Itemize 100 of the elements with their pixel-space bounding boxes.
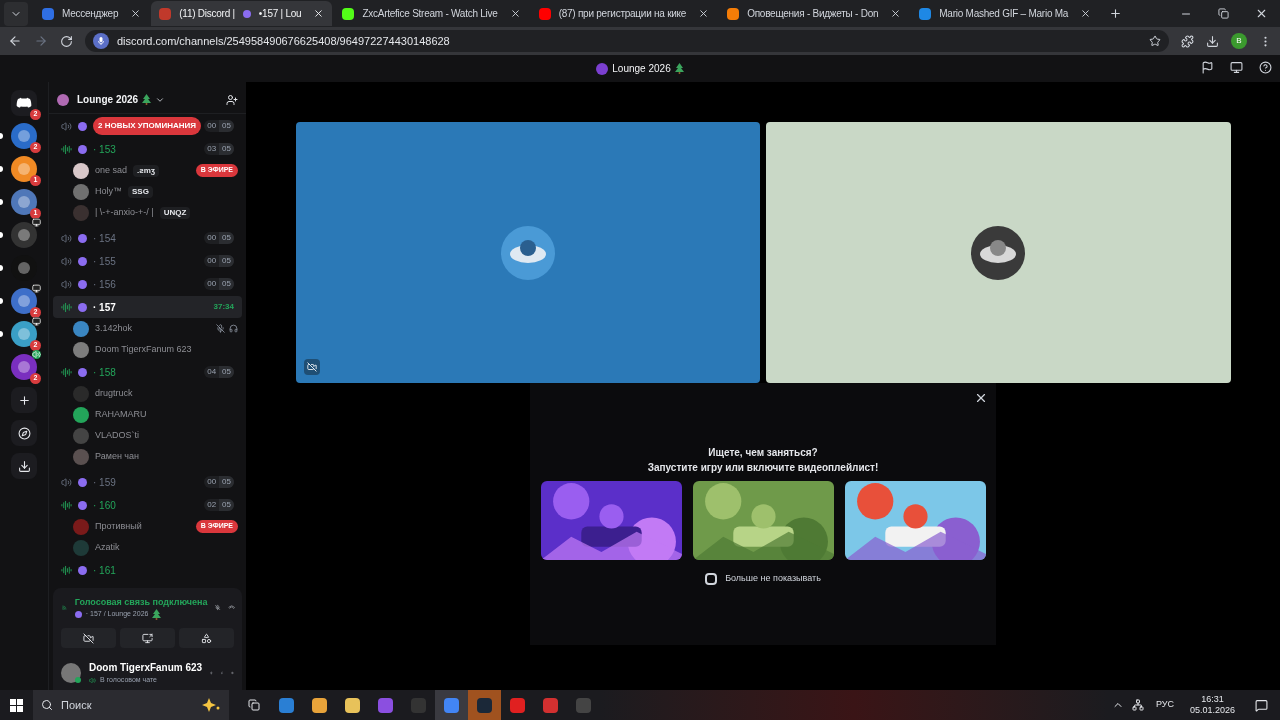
tree-icon (152, 609, 162, 620)
server-icon[interactable] (11, 288, 37, 314)
member-tag: .ƨmʒ (133, 164, 160, 177)
voice-status: Голосовая связь подключена (74, 595, 208, 609)
language-indicator[interactable]: РУС (1155, 698, 1174, 712)
close-icon[interactable] (130, 8, 142, 19)
member-name[interactable]: Doom TigerxFanum 623 (95, 342, 192, 357)
new-tab-icon[interactable] (1109, 7, 1123, 20)
reload-icon[interactable] (60, 34, 73, 48)
close-icon[interactable] (1080, 8, 1092, 19)
speaker-icon (61, 476, 72, 488)
browser-tab[interactable]: (11) Discord | •157 | Lou (151, 1, 333, 26)
back-icon[interactable] (8, 34, 22, 48)
user-avatar[interactable] (61, 663, 81, 683)
server-icon[interactable] (11, 222, 37, 248)
mention-pill[interactable]: 2 НОВЫХ УПОМИНАНИЯ (93, 117, 202, 135)
checkbox[interactable] (705, 572, 718, 585)
video-tile[interactable] (295, 122, 760, 383)
flag-icon[interactable] (1201, 61, 1214, 74)
video-tile[interactable] (766, 122, 1231, 383)
voice-channel[interactable]: · 156 00 05 (53, 273, 242, 295)
member-name[interactable]: Противный (95, 519, 142, 534)
voice-activity-icon (61, 301, 72, 313)
video-player-icon (510, 697, 525, 713)
browser-tab[interactable]: Мессенджер (34, 1, 150, 26)
close-icon[interactable] (890, 8, 902, 19)
voice-channel[interactable]: · 154 00 05 (53, 227, 242, 249)
member-name[interactable]: Azatik (95, 540, 120, 555)
windows-icon[interactable] (10, 698, 23, 712)
add-server-button[interactable] (11, 387, 37, 413)
voice-channel[interactable]: 2 НОВЫХ УПОМИНАНИЯ 00 05 (53, 115, 242, 137)
member-name[interactable]: VLADOS`ti (95, 428, 139, 443)
voice-channel[interactable]: · 157 37:34 (53, 296, 242, 318)
voice-channel[interactable]: · 160 02 05 (53, 494, 242, 516)
forward-icon[interactable] (34, 34, 48, 48)
browser-tab[interactable]: (87) при регистрации на кике (530, 1, 718, 26)
member-tag: UNQZ (159, 206, 191, 219)
speaker-icon (61, 120, 72, 132)
member-name[interactable]: 3.142hok (95, 321, 133, 336)
channel-name: · 157 (93, 300, 116, 315)
help-icon[interactable] (1259, 61, 1272, 74)
server-icon[interactable] (11, 189, 37, 215)
tab-title: Оповещения - Виджеты - Don (747, 7, 879, 21)
close-icon[interactable] (698, 8, 710, 19)
browser-tab[interactable]: Mario Mashed GIF – Mario Ma (911, 1, 1100, 26)
member-name[interactable]: one sad (95, 163, 128, 178)
browser-icon (444, 697, 459, 713)
network-icon[interactable] (1131, 699, 1144, 711)
close-icon[interactable] (509, 8, 521, 19)
screen-icon[interactable] (1230, 61, 1243, 74)
server-name[interactable]: Lounge 2026 (77, 92, 139, 107)
server-icon[interactable] (11, 123, 37, 149)
screen-icon (32, 317, 41, 326)
browser-tab[interactable]: ZxcArtefice Stream - Watch Live (334, 1, 529, 26)
close-icon[interactable] (1255, 7, 1268, 20)
server-icon[interactable] (11, 321, 37, 347)
tab-list-button[interactable] (4, 1, 28, 26)
speaker-icon (61, 255, 72, 267)
user-count: 03 05 (204, 143, 234, 155)
voice-channel[interactable]: · 158 04 05 (53, 361, 242, 383)
favicon-icon (42, 7, 54, 20)
user-count: 00 05 (204, 255, 234, 267)
discord-icon[interactable] (11, 90, 37, 116)
voice-channel[interactable]: · 161 (53, 559, 242, 581)
shapes-icon (201, 632, 212, 644)
bookmark-icon[interactable] (1149, 35, 1161, 47)
screen-share-button[interactable] (120, 628, 175, 648)
voice-channel[interactable]: · 155 00 05 (53, 250, 242, 272)
user-count: 00 05 (204, 476, 234, 488)
extensions-icon[interactable] (1181, 34, 1194, 48)
camera-button[interactable] (61, 628, 116, 648)
user-avatar (73, 518, 89, 535)
close-icon[interactable] (313, 8, 325, 19)
address-field[interactable]: discord.com/channels/254958490676625408/964972274430148628 (85, 30, 1169, 52)
invite-icon[interactable] (226, 93, 238, 106)
close-icon[interactable] (974, 391, 988, 405)
member-name[interactable]: | \-+-anxio-+-/ | (95, 205, 154, 220)
speaker-icon (61, 232, 72, 244)
download-button[interactable] (11, 453, 37, 479)
server-icon[interactable] (11, 156, 37, 182)
member-name[interactable]: RAHAMARU (95, 407, 147, 422)
member-name[interactable]: Рамен чан (95, 449, 140, 464)
task-view-icon[interactable] (247, 699, 260, 711)
user-avatar (73, 448, 89, 465)
server-icon[interactable] (11, 354, 37, 380)
notifications-icon[interactable] (1255, 698, 1268, 712)
member-name[interactable]: drugtruck (95, 386, 133, 401)
voice-channel[interactable]: · 159 00 05 (53, 471, 242, 493)
browser-tab[interactable]: Оповещения - Виджеты - Don (719, 1, 910, 26)
user-avatar (73, 204, 89, 221)
voice-channel[interactable]: · 153 03 05 (53, 138, 242, 160)
download-icon[interactable] (1206, 34, 1219, 48)
favicon-icon (727, 7, 740, 20)
restore-icon[interactable] (1218, 8, 1229, 19)
discover-button[interactable] (11, 420, 37, 446)
search-icon (41, 699, 53, 711)
profile-avatar[interactable]: B (1231, 33, 1247, 49)
search-field[interactable]: Поиск (33, 690, 229, 720)
member-name[interactable]: Holy™ (95, 184, 122, 199)
activities-button[interactable] (179, 628, 234, 648)
